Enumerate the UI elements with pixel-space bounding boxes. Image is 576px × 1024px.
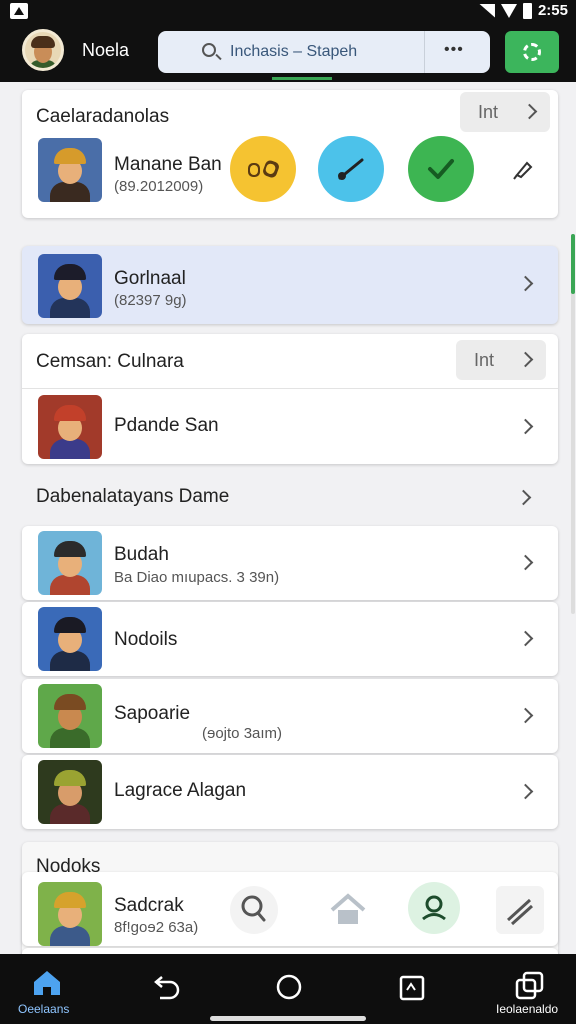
chevron-right-icon	[517, 554, 534, 571]
section-more-button[interactable]: Int	[460, 92, 550, 132]
game-thumbnail	[38, 607, 102, 671]
game-thumbnail	[38, 882, 102, 946]
item-name: Gorlnaal	[114, 268, 186, 289]
binoculars-icon	[248, 160, 279, 178]
game-thumbnail	[38, 395, 102, 459]
game-thumbnail	[38, 531, 102, 595]
settings-gear-icon	[523, 43, 541, 61]
list-item[interactable]: Sapoarie (ɘojto 3aım)	[22, 679, 558, 753]
home-icon	[330, 893, 366, 924]
nav-label-home: Oeelaans	[18, 1002, 70, 1016]
battery-icon	[522, 2, 532, 19]
signal-icon	[500, 3, 517, 18]
recents-icon	[399, 975, 425, 1001]
search-bar[interactable]: •••	[158, 31, 490, 73]
status-icons: 2:55	[478, 2, 568, 19]
item-name: Lagrace Alagan	[114, 780, 247, 801]
binoculars-button[interactable]	[230, 136, 296, 202]
pin-icon	[513, 161, 533, 180]
item-name: Sapoarie	[114, 703, 191, 724]
search-input[interactable]	[230, 41, 430, 63]
item-name: Pdande San	[114, 415, 219, 436]
wifi-icon	[478, 3, 495, 18]
section-card-3: Cemsan: Culnara Int Pdande San	[22, 334, 558, 464]
app-notification-icon	[10, 3, 28, 19]
item-name: Budah	[114, 544, 169, 565]
section-title: Cemsan: Culnara	[36, 351, 184, 372]
active-indicator	[272, 77, 332, 80]
home-icon	[34, 971, 60, 995]
chevron-right-icon	[521, 103, 538, 120]
bottom-navigation: Oeelaans Ieolaenaldo	[0, 954, 576, 1024]
send-button[interactable]	[496, 886, 544, 934]
circle-home-icon	[276, 974, 302, 1000]
more-options-button[interactable]: •••	[444, 41, 464, 59]
section-card-1: Caelaradanolas Int Manane Ban (89.201200…	[22, 90, 558, 218]
item-subtitle: (89.2012009)	[114, 178, 204, 195]
chevron-right-icon	[517, 275, 534, 292]
game-thumbnail	[38, 684, 102, 748]
section-title: Caelaradanolas	[36, 106, 170, 127]
search-icon	[241, 895, 266, 922]
list-item[interactable]: Budah Ba Diao mıupacs. 3 39n)	[22, 526, 558, 600]
app-bar: Noela •••	[0, 22, 576, 82]
nav-copy-button[interactable]	[512, 968, 548, 1004]
chevron-right-icon	[517, 783, 534, 800]
list-item[interactable]: Pdande San	[22, 389, 558, 464]
status-time: 2:55	[537, 2, 568, 19]
search-button[interactable]	[230, 886, 278, 934]
game-thumbnail[interactable]	[38, 138, 102, 202]
profile-icon	[422, 895, 446, 921]
list-item[interactable]: Nodoils	[22, 602, 558, 676]
item-name: Sadcrak	[114, 895, 184, 916]
item-name: Nodoils	[114, 629, 178, 650]
status-bar: 2:55	[0, 0, 576, 22]
home-button[interactable]	[324, 886, 372, 934]
settings-button[interactable]	[505, 31, 559, 73]
nav-home-button[interactable]	[30, 968, 64, 1002]
item-subtitle: (ɘojto 3aım)	[202, 725, 283, 742]
item-subtitle: 8f!ɡoɘ2 63a)	[114, 919, 199, 936]
system-home-button[interactable]	[272, 970, 306, 1004]
wand-button[interactable]	[318, 136, 384, 202]
chevron-right-icon	[517, 630, 534, 647]
chevron-right-icon	[517, 707, 534, 724]
search-icon[interactable]	[202, 43, 216, 57]
list-item[interactable]: Sadcrak 8f!ɡoɘ2 63a)	[22, 872, 558, 946]
send-icon	[506, 898, 534, 926]
search-divider	[424, 31, 425, 73]
item-name[interactable]: Manane Ban	[114, 154, 222, 176]
section-title: Dabenalatayans Dame	[36, 486, 230, 507]
avatar[interactable]	[22, 29, 64, 71]
content-list[interactable]: Caelaradanolas Int Manane Ban (89.201200…	[0, 82, 576, 954]
list-item[interactable]: Lagrace Alagan	[22, 755, 558, 829]
chevron-right-icon	[517, 418, 534, 435]
back-icon	[154, 976, 180, 1000]
nav-label-right: Ieolaenaldo	[496, 1002, 559, 1016]
section-more-button[interactable]: Int	[456, 340, 546, 380]
chevron-right-icon	[517, 351, 534, 368]
recents-button[interactable]	[394, 970, 430, 1006]
copy-icon	[515, 971, 544, 1000]
scrollbar[interactable]	[571, 234, 575, 614]
wand-icon	[338, 158, 364, 180]
back-button[interactable]	[148, 970, 184, 1006]
selected-list-item[interactable]: Gorlnaal (82397 9g)	[22, 246, 558, 324]
game-thumbnail	[38, 254, 102, 318]
chevron-right-icon[interactable]	[515, 489, 532, 506]
item-subtitle: (82397 9g)	[114, 292, 187, 309]
item-subtitle: Ba Diao mıupacs. 3 39n)	[114, 569, 280, 586]
game-thumbnail	[38, 760, 102, 824]
check-icon	[428, 159, 454, 179]
check-button[interactable]	[408, 136, 474, 202]
pin-button[interactable]	[490, 136, 556, 202]
app-title: Noela	[82, 40, 130, 60]
home-indicator	[210, 1016, 366, 1021]
profile-button[interactable]	[408, 882, 460, 934]
